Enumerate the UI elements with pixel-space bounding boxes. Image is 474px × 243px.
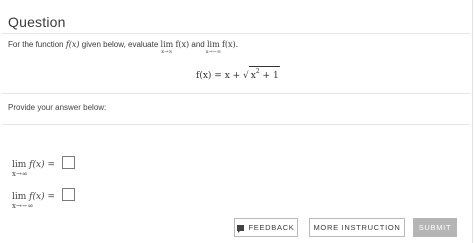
answer-expression: f(x) = [29, 160, 56, 170]
speech-bubble-icon [237, 224, 245, 233]
function-name: f(x) [65, 40, 80, 49]
submit-label: SUBMIT [418, 223, 452, 232]
more-instruction-label: MORE INSTRUCTION [313, 223, 401, 232]
prompt-text-middle: given below, evaluate [81, 40, 159, 49]
answer-row-negative: lim f(x) = x→−∞ [12, 188, 75, 210]
answer-row-positive: lim f(x) = x→∞ [12, 156, 75, 178]
question-panel: Question For the function f(x) given bel… [0, 0, 473, 243]
more-instruction-button[interactable]: MORE INSTRUCTION [309, 218, 405, 237]
limit-expression: f(x). [221, 40, 239, 49]
lim-word: lim [12, 160, 27, 170]
submit-button[interactable]: SUBMIT [413, 218, 457, 237]
sqrt-radicand: x2 + 1 [248, 66, 280, 81]
lim-subscript: x→∞ [12, 170, 28, 178]
lim-word: lim [160, 40, 174, 49]
provide-answer-label: Provide your answer below: [8, 103, 107, 112]
answer-expression: f(x) = [29, 192, 56, 202]
feedback-button[interactable]: FEEDBACK [234, 218, 298, 237]
divider [2, 93, 470, 94]
prompt-text-start: For the function [8, 40, 64, 49]
answer-input-negative-infinity[interactable] [61, 188, 75, 201]
limit-expression: f(x) [175, 40, 190, 49]
formula-left: f(x) = x + [196, 71, 244, 81]
radicand-rest: + 1 [259, 71, 279, 81]
prompt-and: and [191, 40, 205, 49]
lim-word: lim [12, 192, 27, 202]
limit-negative-infinity: lim x→−∞ [206, 40, 221, 55]
divider [2, 33, 470, 34]
lim-subscript: x→−∞ [12, 202, 34, 210]
answer-input-positive-infinity[interactable] [61, 156, 75, 169]
page-title: Question [8, 14, 66, 30]
function-formula: f(x) = x + √ x2 + 1 [196, 66, 280, 81]
divider [2, 124, 470, 125]
lim-subscript: x→∞ [161, 49, 173, 55]
limit-positive-infinity: lim x→∞ [160, 40, 174, 55]
lim-subscript: x→−∞ [205, 49, 222, 55]
feedback-label: FEEDBACK [248, 223, 295, 232]
question-prompt: For the function f(x) given below, evalu… [8, 40, 239, 55]
lim-word: lim [207, 40, 220, 49]
